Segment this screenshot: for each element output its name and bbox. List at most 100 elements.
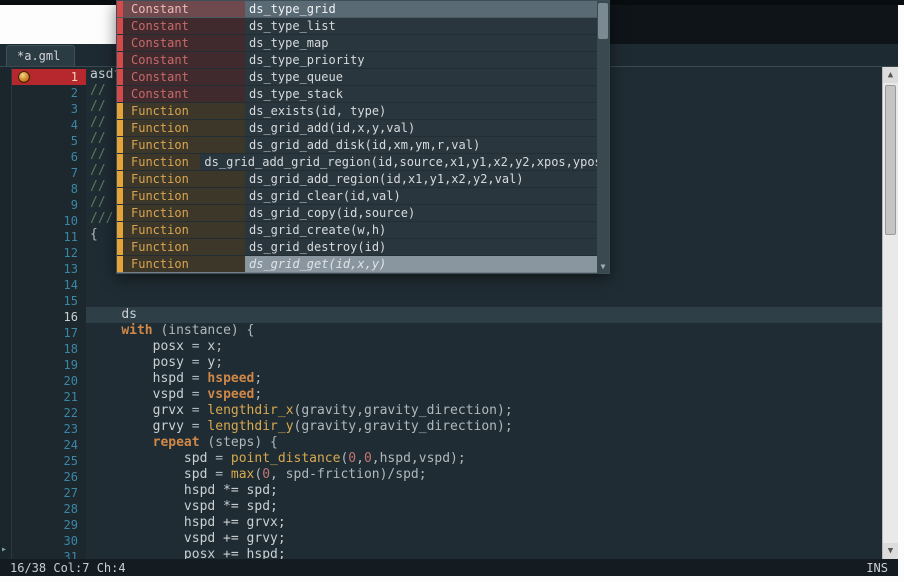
- autocomplete-item[interactable]: Functionds_grid_add_disk(id,xm,ym,r,val): [117, 137, 609, 154]
- line-number: 16: [12, 309, 86, 325]
- code-text: {: [90, 227, 98, 242]
- tab-bar: *a.gml: [0, 44, 75, 66]
- line-number: 6: [12, 149, 86, 165]
- autocomplete-scroll-thumb[interactable]: [598, 3, 608, 39]
- code-text: //: [90, 179, 106, 194]
- line-number: 19: [12, 357, 86, 373]
- autocomplete-item-text: ds_grid_clear(id,val): [245, 189, 609, 203]
- autocomplete-item[interactable]: Constantds_type_grid: [117, 1, 609, 18]
- autocomplete-kind-label: Constant: [123, 69, 245, 85]
- autocomplete-item[interactable]: Constantds_type_queue: [117, 69, 609, 86]
- autocomplete-item-text: ds_grid_add(id,x,y,val): [245, 121, 609, 135]
- code-text: //: [90, 163, 106, 178]
- scroll-down-icon[interactable]: ▼: [883, 543, 898, 559]
- autocomplete-item-text: ds_exists(id, type): [245, 104, 609, 118]
- code-text: //: [90, 147, 106, 162]
- autocomplete-item-text: ds_grid_add_region(id,x1,y1,x2,y2,val): [245, 172, 609, 186]
- line-number: 3: [12, 101, 86, 117]
- autocomplete-item-text: ds_grid_add_grid_region(id,source,x1,y1,…: [200, 155, 609, 169]
- cursor-position: 16/38 Col:7 Ch:4: [10, 561, 126, 575]
- line-number-column: 1234567891011121314151617181920212223242…: [12, 67, 86, 559]
- autocomplete-item-text: ds_type_priority: [245, 53, 609, 67]
- line-number: 23: [12, 421, 86, 437]
- line-number: 14: [12, 277, 86, 293]
- line-number: 29: [12, 517, 86, 533]
- autocomplete-kind-label: Function: [123, 103, 245, 119]
- autocomplete-kind-label: Function: [123, 222, 245, 238]
- autocomplete-kind-label: Constant: [123, 35, 245, 51]
- line-number: 2: [12, 85, 86, 101]
- autocomplete-kind-label: Function: [123, 137, 245, 153]
- autocomplete-kind-label: Function: [123, 239, 245, 255]
- autocomplete-item[interactable]: Constantds_type_list: [117, 18, 609, 35]
- code-text: //: [90, 83, 106, 98]
- vertical-scrollbar[interactable]: ▲ ▼: [882, 67, 898, 559]
- code-text: ///: [90, 211, 113, 226]
- autocomplete-item-text: ds_grid_get(id,x,y): [245, 257, 609, 271]
- autocomplete-item[interactable]: Functionds_grid_clear(id,val): [117, 188, 609, 205]
- autocomplete-kind-label: Constant: [123, 1, 245, 17]
- fold-gutter[interactable]: ▸: [0, 67, 12, 559]
- line-number: 5: [12, 133, 86, 149]
- code-text: //: [90, 99, 106, 114]
- chrome-bottom: [0, 576, 904, 582]
- code-text: //: [90, 195, 106, 210]
- autocomplete-kind-label: Constant: [123, 18, 245, 34]
- line-number: 28: [12, 501, 86, 517]
- autocomplete-item[interactable]: Functionds_grid_add_region(id,x1,y1,x2,y…: [117, 171, 609, 188]
- line-number: 21: [12, 389, 86, 405]
- autocomplete-item[interactable]: Functionds_grid_copy(id,source): [117, 205, 609, 222]
- scroll-thumb[interactable]: [885, 85, 896, 235]
- current-line[interactable]: ds: [86, 307, 898, 323]
- status-bar: 16/38 Col:7 Ch:4 INS: [0, 559, 898, 576]
- code-text: //: [90, 115, 106, 130]
- autocomplete-item[interactable]: Functionds_grid_add(id,x,y,val): [117, 120, 609, 137]
- line-number: 18: [12, 341, 86, 357]
- line-number: 25: [12, 453, 86, 469]
- tab-file[interactable]: *a.gml: [6, 45, 75, 66]
- line-number: 26: [12, 469, 86, 485]
- autocomplete-item-text: ds_type_stack: [245, 87, 609, 101]
- scroll-up-icon[interactable]: ▲: [883, 67, 898, 83]
- line-number: 11: [12, 229, 86, 245]
- autocomplete-item[interactable]: Functionds_exists(id, type): [117, 103, 609, 120]
- autocomplete-item-text: ds_grid_destroy(id): [245, 240, 609, 254]
- autocomplete-kind-label: Function: [123, 154, 200, 170]
- autocomplete-kind-label: Constant: [123, 86, 245, 102]
- line-number: 9: [12, 197, 86, 213]
- autocomplete-item[interactable]: Functionds_grid_get(id,x,y): [117, 256, 609, 273]
- fold-caret-icon[interactable]: ▸: [1, 544, 7, 555]
- line-number: 30: [12, 533, 86, 549]
- autocomplete-item-text: ds_type_map: [245, 36, 609, 50]
- chrome-right: [898, 5, 904, 582]
- line-number: 22: [12, 405, 86, 421]
- autocomplete-item-text: ds_type_queue: [245, 70, 609, 84]
- autocomplete-item-text: ds_type_grid: [245, 2, 609, 16]
- autocomplete-item-text: ds_type_list: [245, 19, 609, 33]
- autocomplete-kind-label: Function: [123, 171, 245, 187]
- line-number: 10: [12, 213, 86, 229]
- line-number: 8: [12, 181, 86, 197]
- autocomplete-item[interactable]: Constantds_type_priority: [117, 52, 609, 69]
- autocomplete-item-text: ds_grid_create(w,h): [245, 223, 609, 237]
- autocomplete-item[interactable]: Functionds_grid_destroy(id): [117, 239, 609, 256]
- code-text: //: [90, 131, 106, 146]
- autocomplete-item[interactable]: Functionds_grid_create(w,h): [117, 222, 609, 239]
- line-number: 4: [12, 117, 86, 133]
- autocomplete-scrollbar[interactable]: ▼: [597, 1, 609, 273]
- insert-mode: INS: [866, 561, 888, 575]
- line-number: 7: [12, 165, 86, 181]
- autocomplete-kind-label: Function: [123, 120, 245, 136]
- line-number: 15: [12, 293, 86, 309]
- autocomplete-item[interactable]: Constantds_type_stack: [117, 86, 609, 103]
- autocomplete-item[interactable]: Functionds_grid_add_grid_region(id,sourc…: [117, 154, 609, 171]
- scroll-down-icon[interactable]: ▼: [597, 261, 609, 273]
- autocomplete-item-text: ds_grid_add_disk(id,xm,ym,r,val): [245, 138, 609, 152]
- line-number: 1: [12, 69, 86, 85]
- autocomplete-kind-label: Constant: [123, 52, 245, 68]
- line-number: 27: [12, 485, 86, 501]
- line-number: 12: [12, 245, 86, 261]
- autocomplete-popup[interactable]: ▼ Constantds_type_gridConstantds_type_li…: [116, 0, 610, 274]
- line-number: 13: [12, 261, 86, 277]
- autocomplete-item[interactable]: Constantds_type_map: [117, 35, 609, 52]
